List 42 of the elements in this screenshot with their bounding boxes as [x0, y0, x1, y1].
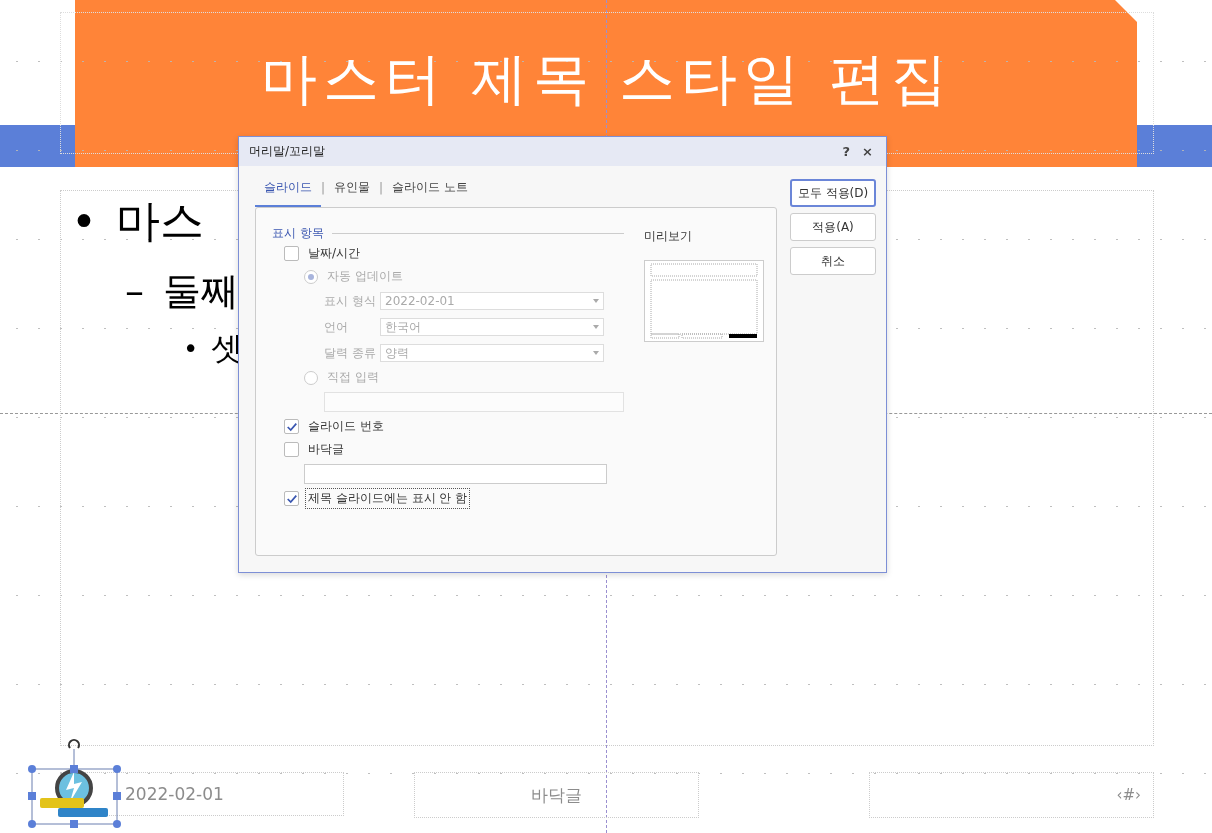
text-field[interactable] — [304, 464, 607, 484]
dialog-button[interactable]: 모두 적용(D) — [790, 179, 876, 207]
checkbox-label: 바닥글 — [307, 441, 345, 458]
caret-icon — [593, 299, 599, 303]
caret-icon — [593, 351, 599, 355]
bullet-mark: • — [183, 334, 200, 364]
bullet-mark: • — [71, 195, 98, 247]
tab[interactable]: 유인물 — [325, 166, 380, 207]
tab[interactable]: 슬라이드 노트 — [383, 166, 477, 207]
close-button[interactable]: × — [859, 144, 876, 159]
dialog-button[interactable]: 적용(A) — [790, 213, 876, 241]
slide-number: ‹#› — [1116, 786, 1142, 804]
dialog-title: 머리말/꼬리말 — [249, 143, 326, 160]
help-button[interactable]: ? — [839, 144, 854, 159]
bullet-text: 셋 — [211, 328, 243, 369]
checkbox[interactable] — [284, 419, 299, 434]
footer-date: 2022-02-01 — [125, 784, 224, 804]
dialog-button[interactable]: 취소 — [790, 247, 876, 275]
dropdown-value: 양력 — [385, 344, 409, 362]
dropdown-value: 2022-02-01 — [385, 294, 455, 308]
checkbox[interactable] — [284, 246, 299, 261]
dropdown-label: 달력 종류 — [324, 344, 377, 362]
bullet-text: 둘째 — [163, 267, 239, 315]
bullet-mark: – — [125, 269, 145, 313]
radio-label: 직접 입력 — [326, 369, 380, 386]
checkbox-label: 날짜/시간 — [307, 245, 362, 262]
tab-separator: | — [321, 180, 326, 197]
radio-label: 자동 업데이트 — [326, 268, 404, 285]
bullet-text: 마스 — [116, 193, 204, 248]
checkbox[interactable] — [284, 442, 299, 457]
dropdown-label: 언어 — [324, 318, 349, 336]
section-title: 표시 항목 — [272, 224, 324, 242]
checkbox-label: 슬라이드 번호 — [307, 418, 385, 435]
dropdown-label: 표시 형식 — [324, 292, 377, 310]
footer-text: 바닥글 — [531, 783, 582, 807]
slide-title: 마스터 제목 스타일 편집 — [261, 45, 953, 113]
caret-icon — [593, 325, 599, 329]
dropdown-value: 한국어 — [385, 318, 421, 336]
checkbox-label: 제목 슬라이드에는 표시 안 함 — [305, 488, 471, 509]
preview-title: 미리보기 — [644, 228, 693, 245]
tab-separator: | — [379, 180, 384, 197]
checkbox[interactable] — [284, 491, 299, 506]
